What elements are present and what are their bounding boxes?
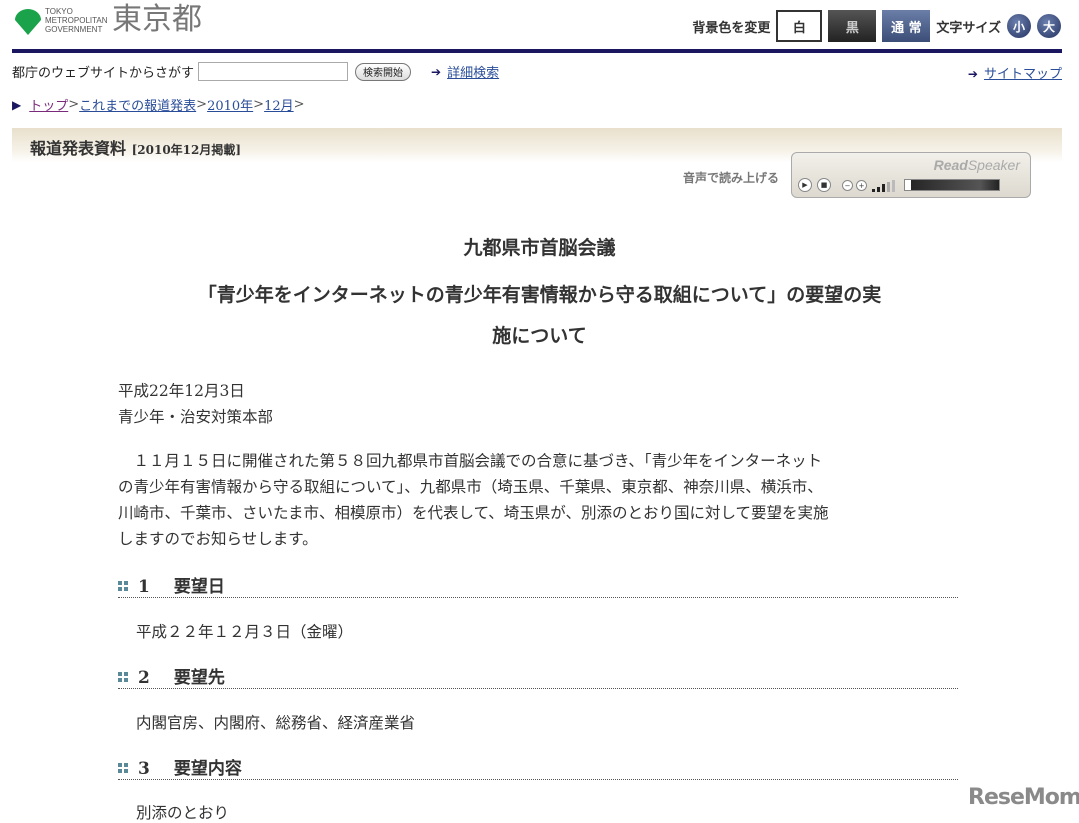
arrow-right-icon: ➔ [431, 64, 442, 79]
search-bar: 都庁のウェブサイトからさがす 検索開始 ➔ 詳細検索 [12, 62, 499, 81]
stop-icon[interactable]: ■ [817, 178, 831, 192]
banner-title: 報道発表資料 [2010年12月掲載] [30, 139, 242, 158]
article-title-line3: 施について [492, 325, 587, 347]
font-size-label: 文字サイズ [936, 20, 1001, 36]
breadcrumb-top[interactable]: トップ [29, 95, 68, 114]
section-heading: 3 要望内容 [118, 754, 958, 780]
arrow-right-icon: ➔ [967, 67, 978, 81]
volume-level-icon [872, 180, 895, 192]
bg-color-label: 背景色を変更 [692, 20, 771, 36]
search-label: 都庁のウェブサイトからさがす [12, 66, 195, 81]
font-small-button[interactable]: 小 [1007, 14, 1031, 38]
section-content: 別添のとおり [136, 804, 230, 822]
volume-up-icon[interactable]: + [856, 180, 867, 191]
breadcrumb-sep: > [253, 97, 265, 112]
playback-progress[interactable] [904, 179, 1000, 191]
section-heading: 1 要望日 [118, 572, 958, 598]
font-large-button[interactable]: 大 [1037, 14, 1061, 38]
breadcrumb-sep: > [68, 97, 80, 112]
breadcrumb-year[interactable]: 2010年 [207, 95, 253, 114]
display-tools: 背景色を変更 白 黒 通 常 文字サイズ 小 大 [692, 10, 1061, 42]
play-icon[interactable]: ▶ [798, 178, 812, 192]
tokyo-logo-icon [15, 9, 41, 35]
article-dept: 青少年・治安対策本部 [118, 408, 274, 426]
search-button[interactable]: 検索開始 [355, 62, 412, 81]
article-title-line1: 九都県市首脳会議 [463, 237, 616, 259]
advanced-search-link[interactable]: 詳細検索 [447, 62, 499, 81]
sitemap-link[interactable]: サイトマップ [984, 67, 1062, 82]
resemom-watermark: ReseMom [968, 785, 1079, 810]
triangle-right-icon: ▶ [12, 97, 22, 112]
readspeaker-brand: ReadSpeaker [933, 157, 1020, 173]
breadcrumb-press[interactable]: これまでの報道発表 [79, 95, 196, 114]
sitemap: ➔ サイトマップ [968, 63, 1062, 82]
article-title-line2: 「青少年をインターネットの青少年有害情報から守る取組について」の要望の実 [197, 284, 882, 306]
section-content: 内閣官房、内閣府、総務省、経済産業省 [136, 714, 416, 732]
bg-black-button[interactable]: 黒 [828, 10, 877, 42]
bg-normal-button[interactable]: 通 常 [882, 10, 931, 42]
section-heading: 2 要望先 [118, 663, 958, 689]
logo-japanese[interactable]: 東京都 [112, 2, 202, 38]
breadcrumb-sep: > [196, 97, 208, 112]
bullet-icon [118, 763, 128, 773]
bg-white-button[interactable]: 白 [776, 10, 823, 42]
readspeaker-player: ReadSpeaker ▶ ■ − + [791, 152, 1031, 198]
search-input[interactable] [198, 62, 349, 81]
bullet-icon [118, 672, 128, 682]
logo-english: TOKYO METROPOLITAN GOVERNMENT [45, 7, 108, 34]
bullet-icon [118, 581, 128, 591]
readspeaker-label[interactable]: 音声で読み上げる [683, 169, 779, 186]
section-content: 平成２２年１２月３日（金曜） [136, 623, 354, 641]
volume-down-icon[interactable]: − [842, 180, 853, 191]
article-date: 平成22年12月3日 [118, 382, 245, 400]
banner-date: [2010年12月掲載] [131, 143, 242, 157]
article-body: １１月１５日に開催された第５８回九都県市首脳会議での合意に基づき、「青少年をイン… [118, 452, 829, 548]
header-divider [12, 49, 1062, 53]
breadcrumb-month[interactable]: 12月 [264, 95, 294, 114]
breadcrumb: ▶ トップ > これまでの報道発表 > 2010年 > 12月 > [12, 95, 305, 114]
breadcrumb-sep: > [293, 97, 305, 112]
